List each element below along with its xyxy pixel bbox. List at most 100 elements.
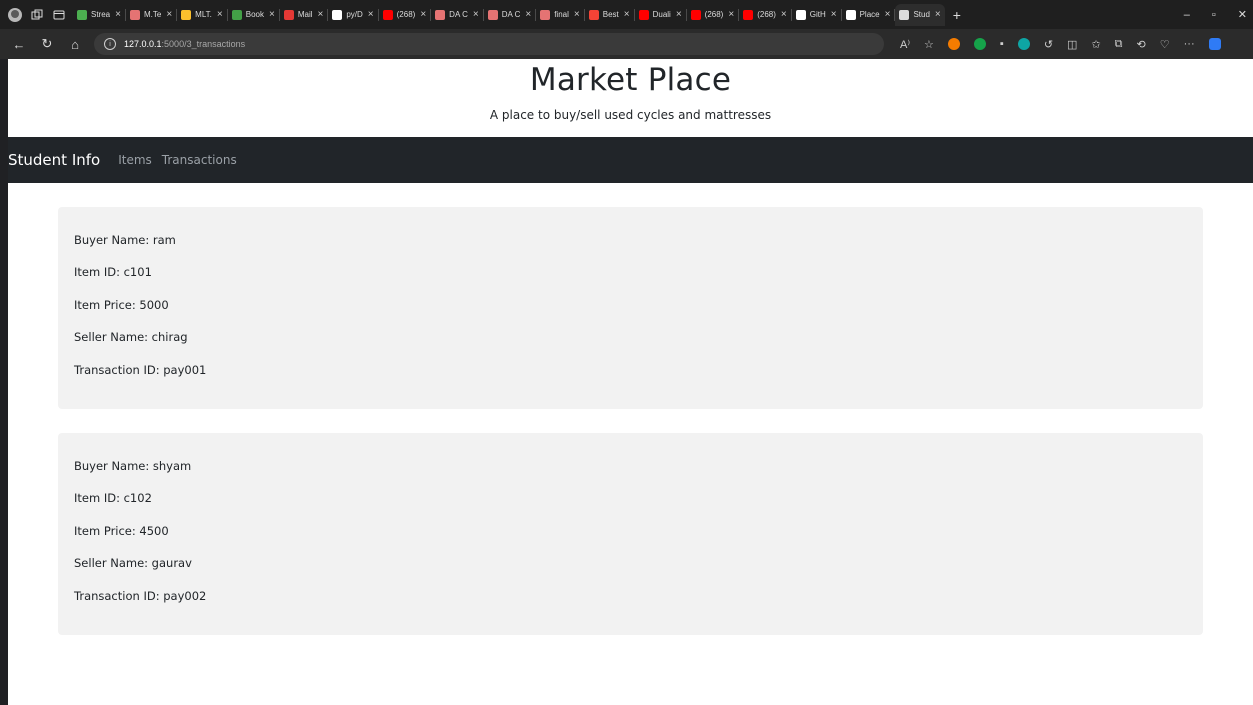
favorites-icon[interactable]: ✩ bbox=[1091, 38, 1100, 51]
tab-favicon-icon bbox=[845, 9, 856, 20]
browser-tab[interactable]: Strea × bbox=[73, 4, 125, 26]
page-subtitle: A place to buy/sell used cycles and matt… bbox=[489, 108, 772, 122]
main-navbar: Student Info Items Transactions bbox=[8, 137, 1253, 183]
tab-favicon-icon bbox=[487, 9, 498, 20]
tab-favicon-icon bbox=[435, 9, 446, 20]
buyer-name: Buyer Name: ram bbox=[74, 233, 176, 247]
restore-icon[interactable]: ▫ bbox=[1212, 9, 1216, 21]
tab-close-icon[interactable]: × bbox=[676, 9, 682, 20]
tab-favicon-icon bbox=[283, 9, 294, 20]
browser-tab[interactable]: py/D × bbox=[327, 4, 377, 26]
browser-tab[interactable]: final × bbox=[535, 4, 584, 26]
nav-link-transactions[interactable]: Transactions bbox=[162, 153, 237, 167]
tab-title: final bbox=[554, 10, 569, 19]
extension-orange-icon[interactable] bbox=[947, 38, 960, 50]
transaction-id: Transaction ID: pay001 bbox=[74, 363, 207, 377]
tab-favicon-icon bbox=[332, 9, 343, 20]
tab-favicon-icon bbox=[638, 9, 649, 20]
workspaces-icon[interactable] bbox=[30, 8, 44, 22]
favorite-star-icon[interactable]: ☆ bbox=[924, 38, 934, 51]
tab-close-icon[interactable]: × bbox=[831, 9, 837, 20]
item-id: Item ID: c101 bbox=[74, 265, 152, 279]
tab-favicon-icon bbox=[181, 9, 192, 20]
tab-close-icon[interactable]: × bbox=[318, 9, 324, 20]
seller-name: Seller Name: chirag bbox=[74, 330, 188, 344]
item-price: Item Price: 5000 bbox=[74, 298, 169, 312]
transaction-card: Buyer Name: shyam Item ID: c102 Item Pri… bbox=[58, 433, 1203, 635]
tab-close-icon[interactable]: × bbox=[269, 9, 275, 20]
browser-tab[interactable]: M.Te × bbox=[124, 4, 176, 26]
tab-actions-icon[interactable] bbox=[52, 8, 66, 22]
extension-dots-icon[interactable]: ▪ bbox=[1000, 38, 1004, 50]
tab-close-icon[interactable]: × bbox=[525, 9, 531, 20]
browser-tab[interactable]: (268) × bbox=[738, 4, 791, 26]
tab-close-icon[interactable]: × bbox=[368, 9, 374, 20]
address-toolbar: ← ↻ ⌂ i 127.0.0.1 :5000/3_transactions A… bbox=[0, 29, 1253, 59]
tab-close-icon[interactable]: × bbox=[728, 9, 734, 20]
tab-title: DA C bbox=[501, 10, 521, 19]
tab-favicon-icon bbox=[690, 9, 701, 20]
browser-tab[interactable]: DA C × bbox=[430, 4, 483, 26]
browser-tab[interactable]: Stud × bbox=[894, 3, 945, 26]
tab-close-icon[interactable]: × bbox=[574, 9, 580, 20]
collections-icon[interactable]: ⧉ bbox=[1115, 38, 1123, 51]
extension-teal-icon[interactable] bbox=[1017, 38, 1030, 50]
tab-favicon-icon bbox=[231, 9, 242, 20]
browser-tab[interactable]: Duali × bbox=[633, 4, 686, 26]
tab-title: (268) bbox=[757, 10, 776, 19]
back-icon[interactable]: ← bbox=[10, 37, 28, 52]
grammarly-icon[interactable] bbox=[973, 38, 986, 50]
nav-link-items[interactable]: Items bbox=[118, 153, 152, 167]
browser-tab-strip: Strea × M.Te × MLT. × Book × Mail × py/D × (268) × DA … bbox=[0, 0, 1253, 29]
browser-tab[interactable]: (268) × bbox=[377, 4, 431, 26]
refresh-extension-icon[interactable]: ↺ bbox=[1044, 38, 1053, 51]
browser-tab[interactable]: DA C × bbox=[482, 4, 536, 26]
tab-title: Book bbox=[245, 10, 264, 19]
copilot-icon[interactable] bbox=[1208, 38, 1221, 50]
close-window-icon[interactable]: ✕ bbox=[1238, 8, 1247, 21]
tab-favicon-icon bbox=[899, 9, 910, 20]
browser-tab[interactable]: Best × bbox=[583, 4, 634, 26]
url-host: 127.0.0.1 bbox=[124, 39, 162, 49]
tab-close-icon[interactable]: × bbox=[420, 9, 426, 20]
tab-close-icon[interactable]: × bbox=[885, 9, 891, 20]
tab-favicon-icon bbox=[743, 9, 754, 20]
browser-tab[interactable]: Mail × bbox=[278, 4, 328, 26]
refresh-icon[interactable]: ↻ bbox=[38, 36, 56, 52]
split-screen-icon[interactable]: ◫ bbox=[1067, 38, 1077, 51]
tab-title: Duali bbox=[652, 10, 671, 19]
browser-tab[interactable]: MLT. × bbox=[176, 4, 227, 26]
tab-close-icon[interactable]: × bbox=[781, 9, 787, 20]
browser-tab[interactable]: (268) × bbox=[685, 4, 739, 26]
browser-tab[interactable]: GitH × bbox=[790, 4, 841, 26]
tab-close-icon[interactable]: × bbox=[217, 9, 223, 20]
tab-close-icon[interactable]: × bbox=[166, 9, 172, 20]
site-info-icon[interactable]: i bbox=[104, 38, 116, 50]
transaction-card: Buyer Name: ram Item ID: c101 Item Price… bbox=[58, 207, 1203, 409]
performance-icon[interactable]: ♡ bbox=[1160, 38, 1170, 51]
tab-close-icon[interactable]: × bbox=[115, 9, 121, 20]
navbar-brand-link[interactable]: Student Info bbox=[8, 151, 100, 169]
tab-title: Best bbox=[602, 10, 619, 19]
profile-icon[interactable] bbox=[8, 7, 22, 22]
tab-close-icon[interactable]: × bbox=[935, 9, 941, 20]
tab-favicon-icon bbox=[795, 9, 806, 20]
browser-tab[interactable]: Place × bbox=[840, 4, 895, 26]
tab-title: M.Te bbox=[143, 10, 162, 19]
seller-name: Seller Name: gaurav bbox=[74, 556, 192, 570]
url-field[interactable]: i 127.0.0.1 :5000/3_transactions bbox=[94, 33, 884, 55]
tab-title: Mail bbox=[297, 10, 313, 19]
home-icon[interactable]: ⌂ bbox=[66, 37, 84, 52]
tab-title: MLT. bbox=[195, 10, 212, 19]
tab-favicon-icon bbox=[540, 9, 551, 20]
read-aloud-icon[interactable]: A⁾ bbox=[900, 38, 910, 51]
tab-close-icon[interactable]: × bbox=[624, 9, 630, 20]
tab-favicon-icon bbox=[77, 9, 87, 20]
new-tab-button[interactable]: + bbox=[953, 7, 961, 23]
tab-close-icon[interactable]: × bbox=[473, 9, 479, 20]
more-options-icon[interactable]: ··· bbox=[1184, 38, 1195, 50]
browser-tab[interactable]: Book × bbox=[226, 4, 279, 26]
history-icon[interactable]: ⟲ bbox=[1137, 38, 1146, 51]
minimize-icon[interactable]: – bbox=[1184, 9, 1190, 21]
url-path: :5000/3_transactions bbox=[161, 39, 246, 49]
